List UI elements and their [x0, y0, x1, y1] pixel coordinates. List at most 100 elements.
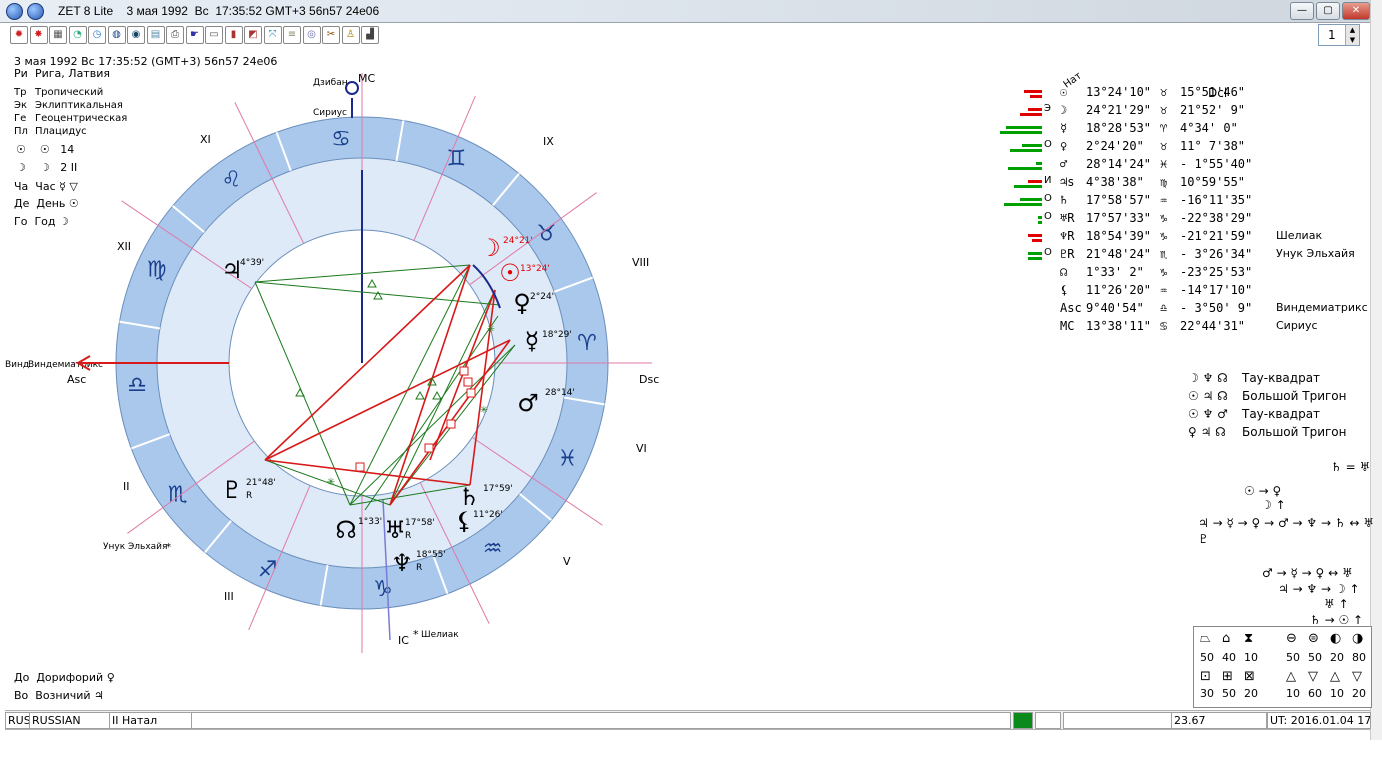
burst-icon[interactable]: ✸: [29, 26, 48, 44]
declination: -23°25'53": [1180, 265, 1253, 279]
declination: -21°21'59": [1180, 229, 1253, 243]
page-icon[interactable]: ▭: [205, 26, 223, 44]
grid-icon[interactable]: ▦: [49, 26, 67, 44]
minimize-button[interactable]: —: [1290, 2, 1314, 20]
window-title: ZET 8 Lite 3 мая 1992 Вс 17:35:52 GMT+3 …: [58, 4, 380, 18]
planet-glyph: ☿: [1060, 121, 1068, 135]
star-map-icon[interactable]: ◉: [127, 26, 145, 44]
strength-bar: [1008, 167, 1042, 170]
dispositor-line: ♇: [1198, 532, 1209, 546]
strength-bar: [1006, 126, 1042, 129]
planet-degree: 1°33': [358, 517, 382, 527]
uranus-icon: ♅: [384, 516, 406, 544]
strength-bar: [1028, 252, 1042, 255]
row-mark: И: [1044, 175, 1052, 186]
ic-label: IC: [398, 634, 409, 647]
tools-icon[interactable]: ✂: [322, 26, 340, 44]
chart-type-field[interactable]: II Натал: [109, 712, 193, 729]
clock-icon[interactable]: ◔: [68, 26, 87, 44]
strength-bar: [1010, 149, 1042, 152]
sextile-marker: ✳: [487, 324, 495, 335]
strength-bar: [1014, 185, 1042, 188]
declination: 22°44'31": [1180, 319, 1246, 333]
chiron-icon: ⚸: [455, 507, 473, 535]
maximize-button[interactable]: ▢: [1316, 2, 1340, 20]
longitude: 17°57'33": [1086, 211, 1152, 225]
star-vindemiatrix: Виндемиатрикс: [28, 360, 103, 370]
globe-icon[interactable]: ◍: [107, 26, 126, 44]
star-sirius: Сириус: [313, 108, 347, 118]
house-icon: ⌂: [1222, 631, 1231, 646]
legend-value: 50: [1200, 651, 1214, 664]
hand-icon[interactable]: ☛: [185, 26, 204, 44]
value-field: 23.67: [1171, 712, 1267, 729]
config-glyphs: ☽ ♆ ☊: [1188, 371, 1228, 385]
house-label: XII: [117, 240, 131, 253]
longitude: 21°48'24": [1086, 247, 1152, 261]
declination: 15°51'46": [1180, 85, 1246, 99]
dispositor-line: ♅ ↑: [1324, 597, 1349, 611]
table-icon[interactable]: ▤: [146, 26, 165, 44]
planet-glyph: ⚸: [1060, 283, 1069, 297]
aries-icon: ♈: [577, 331, 597, 356]
app-icon[interactable]: [6, 3, 23, 20]
planet-degree: 28°14': [545, 388, 575, 398]
star-dziban: Дзибан: [313, 78, 348, 88]
triangle-down-icon: ▽: [1308, 669, 1318, 684]
fire-icon[interactable]: ✹: [10, 26, 28, 44]
triangle-up-icon: △: [1286, 669, 1296, 684]
arrows-icon[interactable]: ⤧: [263, 26, 282, 44]
house-label: XI: [200, 133, 211, 146]
sign-glyph: ♒: [1160, 283, 1168, 297]
declination: 10°59'55": [1180, 175, 1246, 189]
star-sheliak: Шелиак: [421, 630, 459, 640]
stairs-icon[interactable]: ▟: [361, 26, 379, 44]
grid-square-icon: ⊞: [1222, 669, 1233, 684]
person-icon[interactable]: ♙: [341, 26, 360, 44]
app-icon-2[interactable]: [27, 3, 44, 20]
node-icon: ☊: [335, 516, 356, 544]
page-number-input[interactable]: 1 ▲ ▼: [1318, 24, 1360, 46]
longitude: 4°38'38": [1086, 175, 1144, 189]
row-mark: О: [1044, 247, 1052, 258]
natal-chart-wheel[interactable]: ♈♉♊♋♌♍♎♏♐♑♒♓XI IXXIIVIIIIIVIIIIVMCДзибанС…: [0, 60, 700, 720]
sextile-marker: ✳: [327, 477, 335, 488]
graph-icon[interactable]: ◩: [244, 26, 262, 44]
strength-bar: [1020, 113, 1042, 116]
declination: 21°52' 9": [1180, 103, 1246, 117]
longitude: 11°26'20": [1086, 283, 1152, 297]
language-field[interactable]: RUSSIAN: [29, 712, 111, 729]
status-cell: [1063, 712, 1172, 729]
strength-bar: [1028, 180, 1042, 183]
calendar-icon[interactable]: ◷: [88, 26, 106, 44]
planet-glyph: ☽: [1060, 103, 1068, 117]
planet-degree: 17°58': [405, 518, 435, 528]
page-spinner[interactable]: ▲ ▼: [1345, 25, 1359, 45]
venus-icon: ♀: [513, 289, 531, 317]
strength-bar: [1028, 257, 1042, 260]
planet-glyph: ♆R: [1060, 229, 1075, 243]
planet-glyph: Asc: [1060, 301, 1082, 315]
print-icon[interactable]: ⎙: [166, 26, 184, 44]
square-marker: [446, 419, 456, 429]
strength-bar: [1036, 162, 1042, 165]
status-field: [191, 712, 1011, 729]
square-x-icon: ⊠: [1244, 669, 1255, 684]
wheel-icon[interactable]: ◎: [302, 26, 321, 44]
square-marker: [424, 443, 434, 453]
list-icon[interactable]: ≡: [283, 26, 301, 44]
legend-value: 80: [1352, 651, 1366, 664]
square-dot-icon: ⊡: [1200, 669, 1211, 684]
retrograde-mark: R: [416, 563, 422, 573]
close-button[interactable]: ✕: [1342, 2, 1370, 20]
planet-glyph: ☉: [1060, 85, 1068, 99]
neptune-icon: ♆: [391, 549, 413, 577]
element-legend: ⏢ ⌂ ⧗ ⊖ ⊜ ◐ ◑ 50 40 10 50 50 20 80 ⊡ ⊞ ⊠ △ ▽ △ ▽ 30 50 20 10 60 10…: [1193, 626, 1372, 708]
virgo-icon: ♍: [147, 258, 167, 283]
longitude: 9°40'54": [1086, 301, 1144, 315]
legend-value: 50: [1308, 651, 1322, 664]
legend-value: 60: [1308, 687, 1322, 700]
sign-glyph: ♍: [1160, 175, 1168, 189]
fixed-star: Сириус: [1276, 319, 1318, 332]
chart-icon[interactable]: ▮: [224, 26, 243, 44]
